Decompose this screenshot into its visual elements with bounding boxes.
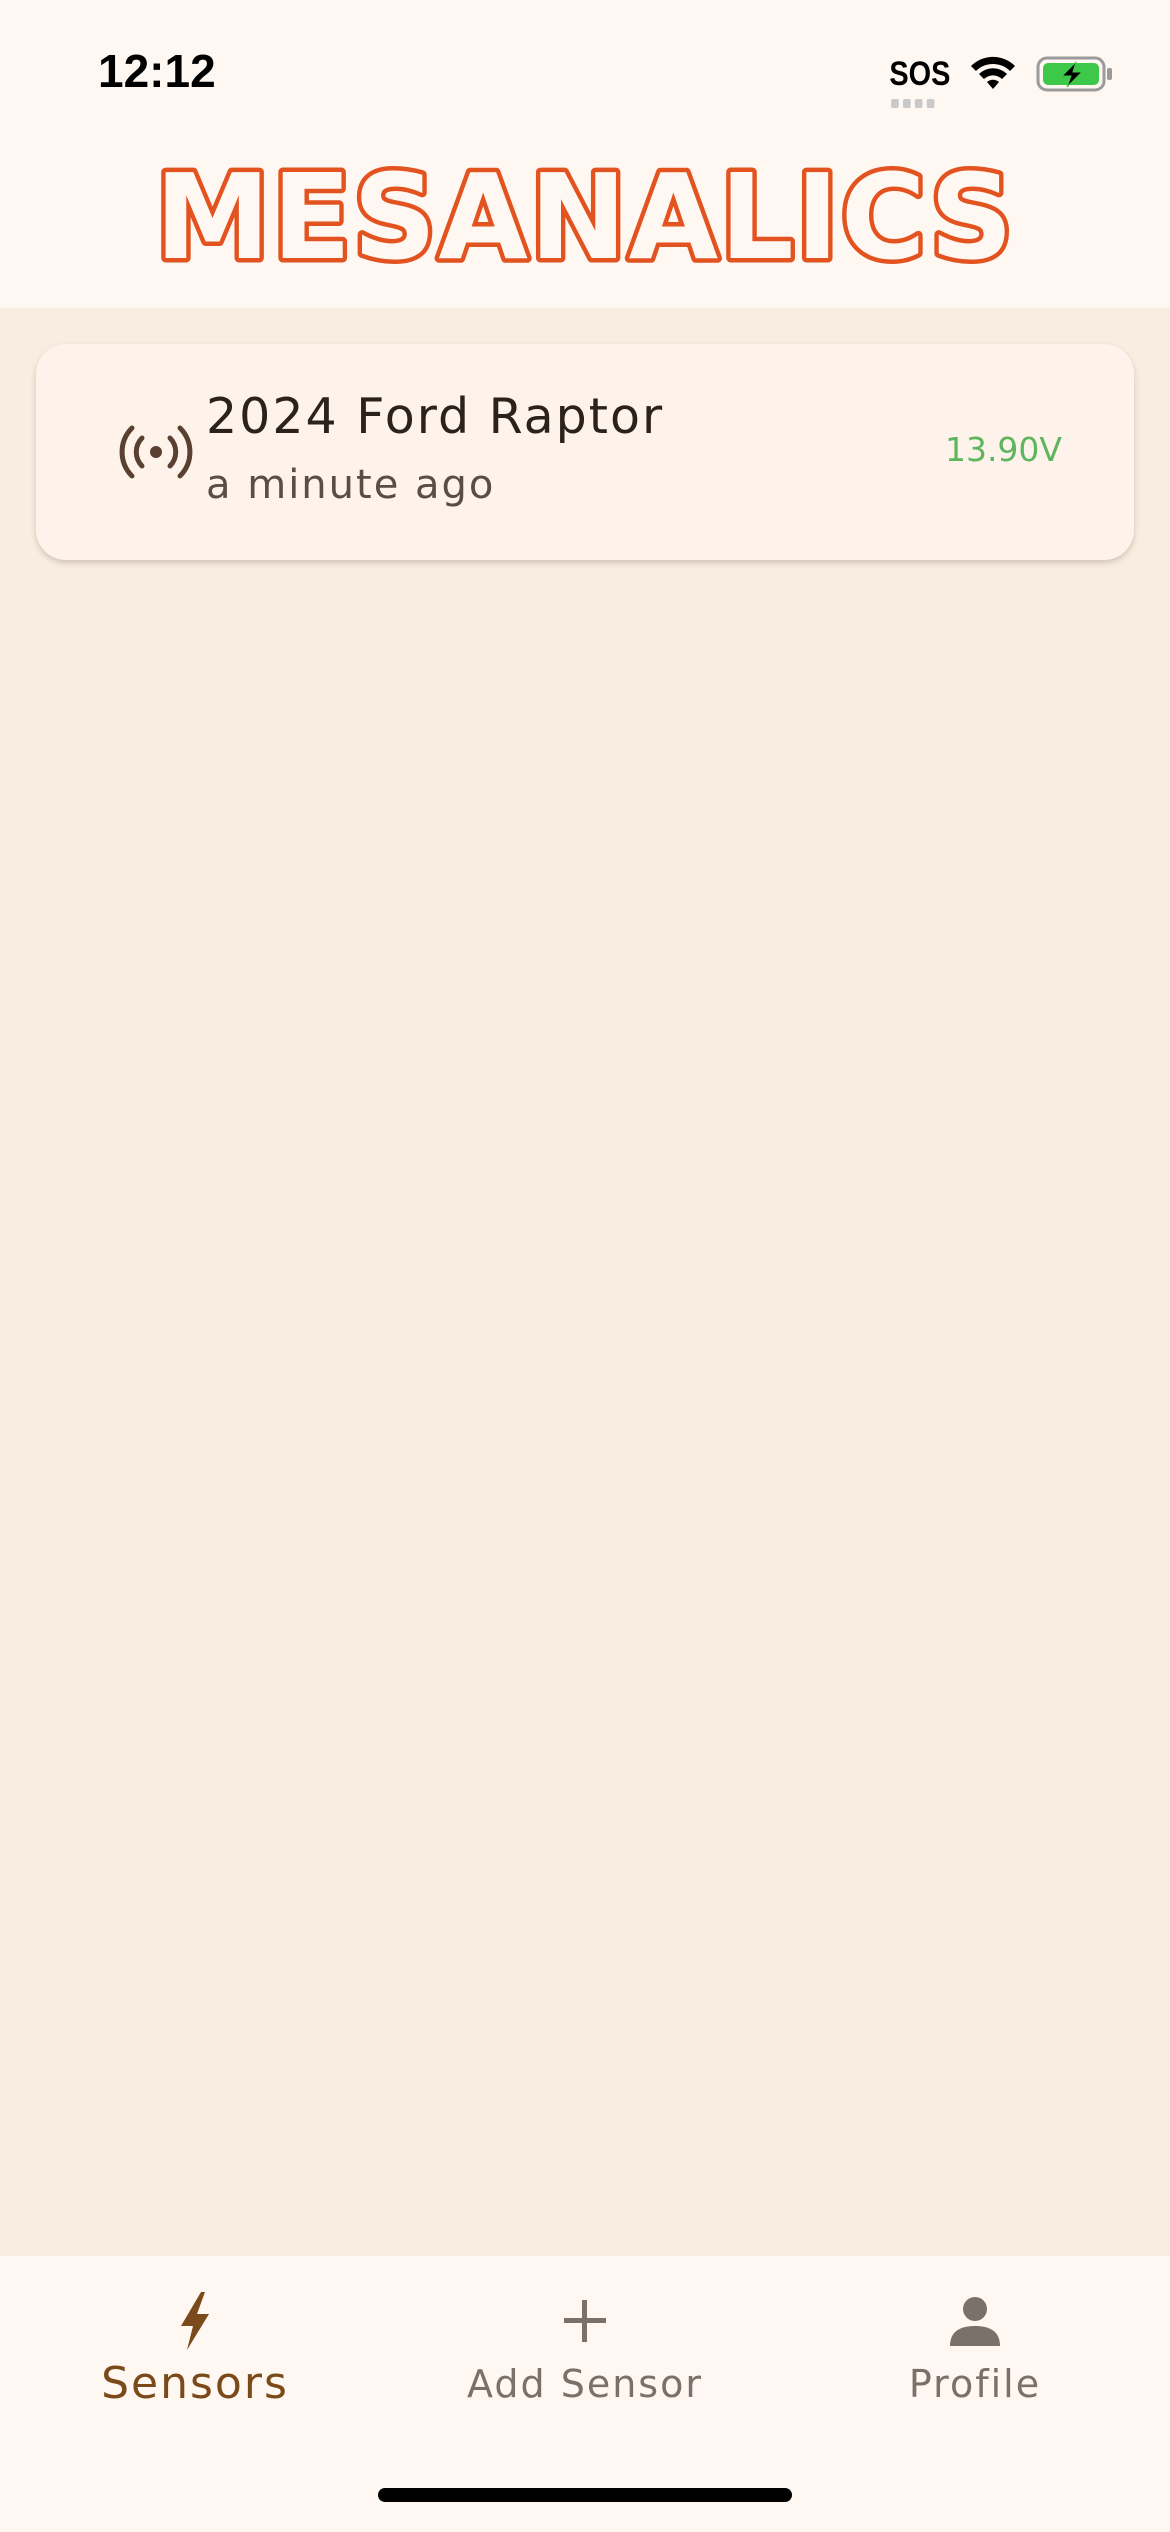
sensor-last-seen: a minute ago bbox=[206, 462, 496, 508]
sensor-voltage: 13.90V bbox=[944, 430, 1062, 469]
plus-icon bbox=[564, 2300, 606, 2342]
app-logo: MESANALICS bbox=[0, 150, 1170, 280]
nav-label-add-sensor: Add Sensor bbox=[467, 2362, 703, 2406]
sensor-name: 2024 Ford Raptor bbox=[206, 388, 665, 445]
nav-label-sensors: Sensors bbox=[101, 2358, 289, 2409]
nav-add-sensor[interactable]: Add Sensor bbox=[435, 2286, 735, 2436]
bottom-navigation: Sensors Add Sensor Profile bbox=[0, 2256, 1170, 2532]
wifi-icon bbox=[971, 56, 1015, 89]
nav-label-profile: Profile bbox=[908, 2362, 1042, 2406]
top-bar: 12:12 SOS MESANALICS bbox=[0, 0, 1170, 308]
nav-sensors[interactable]: Sensors bbox=[45, 2286, 345, 2436]
sos-label: SOS bbox=[889, 54, 951, 93]
status-icons: SOS bbox=[884, 50, 1114, 108]
logo-text: MESANALICS bbox=[155, 150, 1015, 280]
status-time: 12:12 bbox=[98, 45, 216, 97]
sos-indicator: SOS bbox=[889, 54, 951, 108]
home-indicator[interactable] bbox=[378, 2488, 792, 2502]
nav-profile[interactable]: Profile bbox=[825, 2286, 1125, 2436]
bolt-icon bbox=[181, 2292, 209, 2350]
sensor-card[interactable]: 2024 Ford Raptor a minute ago 13.90V bbox=[36, 344, 1134, 560]
broadcast-icon bbox=[119, 425, 193, 479]
person-icon bbox=[950, 2297, 1000, 2346]
battery-charging-icon bbox=[1036, 56, 1112, 92]
signal-dots bbox=[891, 98, 935, 108]
app-screen: 12:12 SOS MESANALICS 2024 Ford Raptor a … bbox=[0, 0, 1170, 2532]
